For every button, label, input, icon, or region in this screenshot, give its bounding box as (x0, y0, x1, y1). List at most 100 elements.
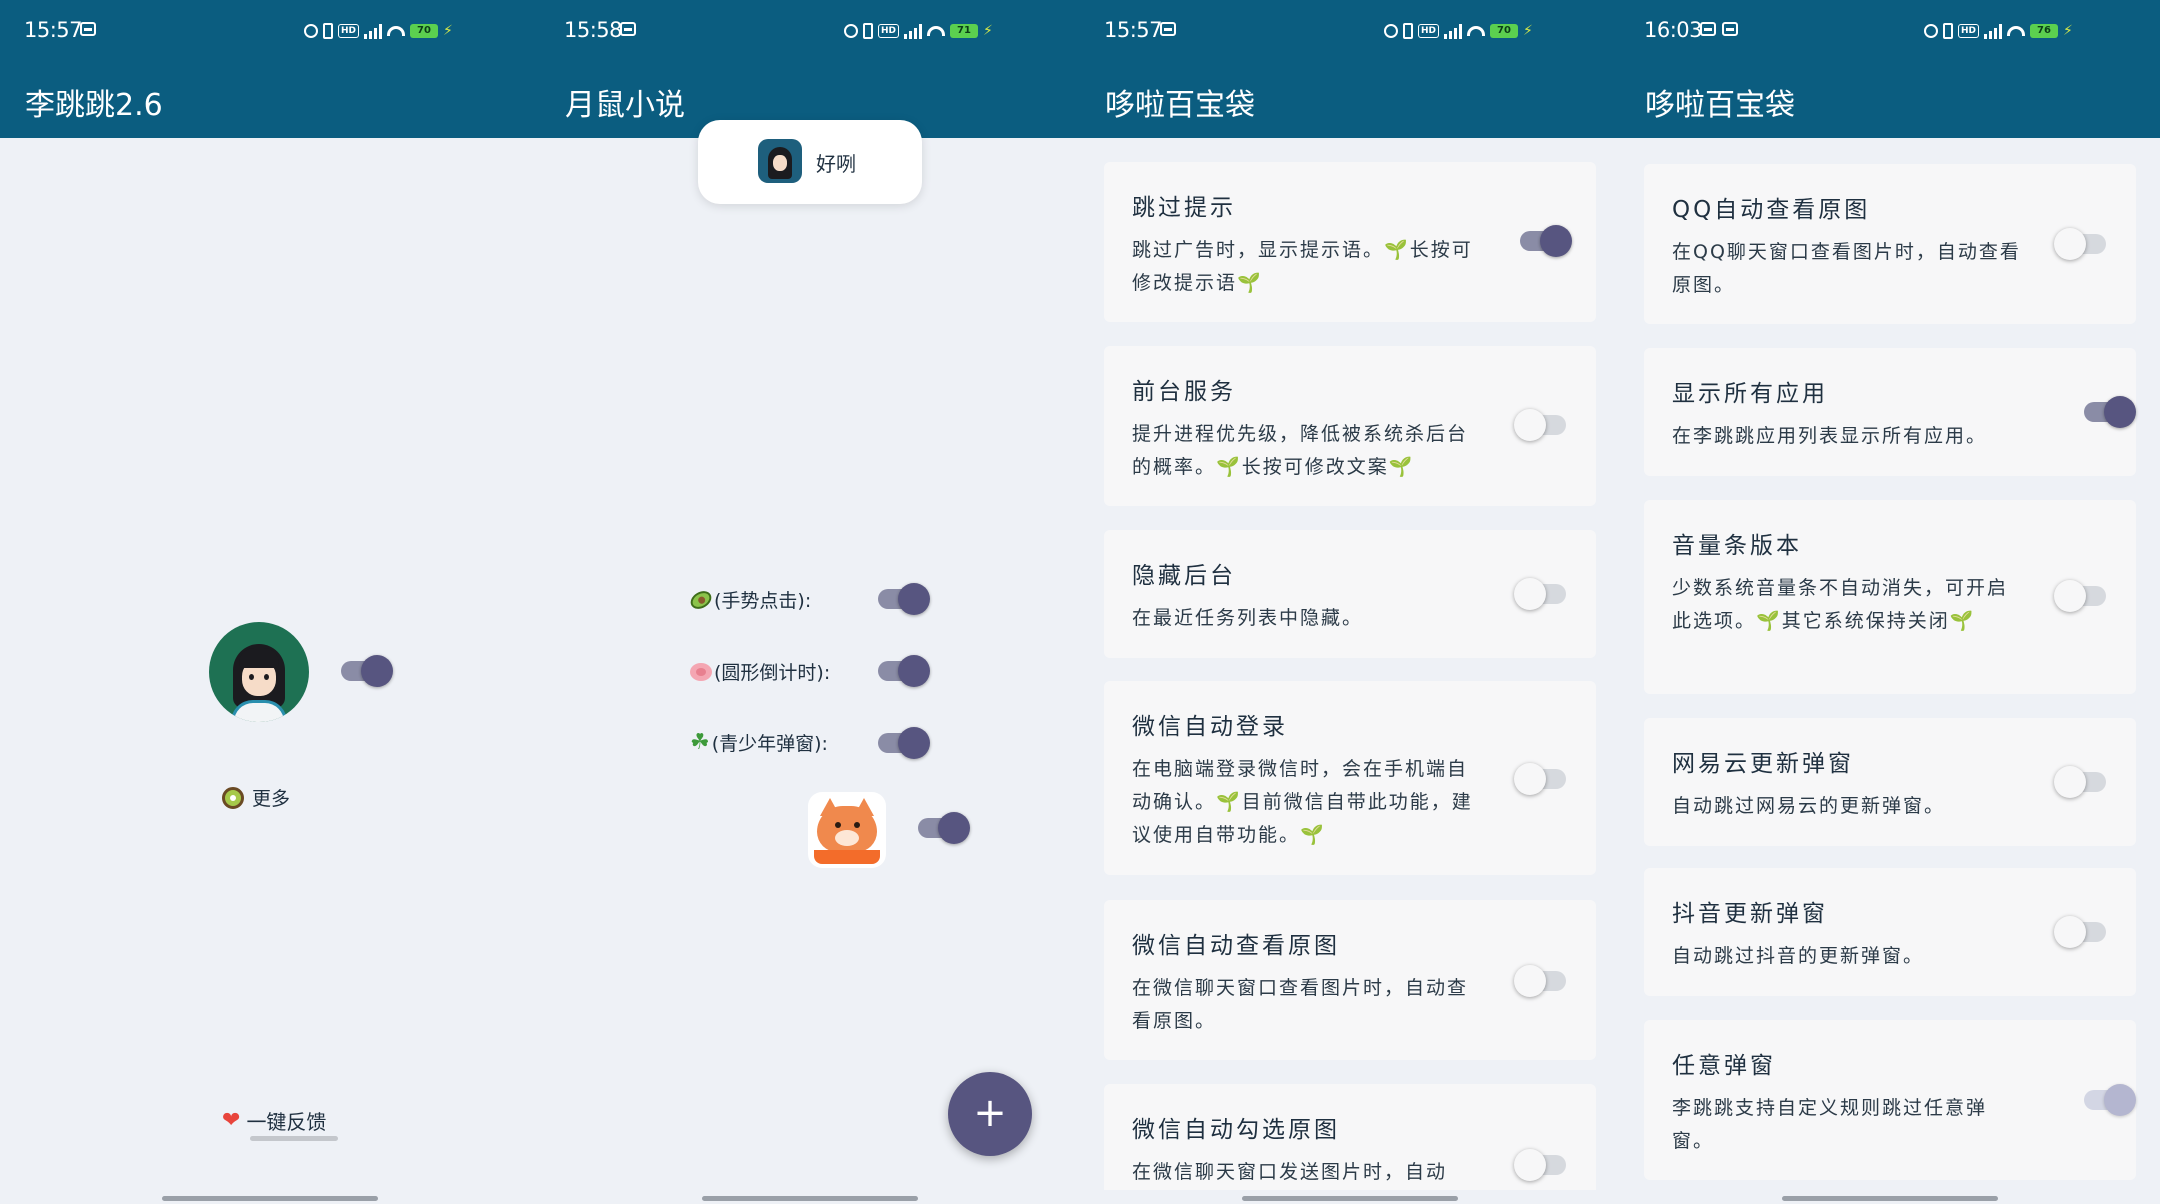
option-teen-popup: ☘ (青少年弹窗): (690, 729, 828, 756)
switch-knob (1514, 965, 1546, 997)
avatar (758, 139, 802, 183)
status-time: 15:58 (564, 18, 623, 42)
card-desc: 跳过广告时，显示提示语。🌱长按可修改提示语🌱 (1132, 239, 1473, 294)
card-desc: 提升进程优先级，降低被系统杀后台的概率。🌱长按可修改文案🌱 (1132, 423, 1469, 478)
setting-card-show-all-apps[interactable]: 显示所有应用 在李跳跳应用列表显示所有应用。 (1644, 348, 2136, 476)
switch-knob (2104, 1084, 2136, 1116)
card-title: 微信自动登录 (1132, 714, 1288, 740)
card-desc: 在微信聊天窗口查看图片时，自动查看原图。 (1132, 977, 1469, 1032)
wechat-select-original-switch[interactable] (1514, 1149, 1566, 1181)
card-title: 抖音更新弹窗 (1672, 901, 1828, 927)
setting-card-netease-update-popup[interactable]: 网易云更新弹窗 自动跳过网易云的更新弹窗。 (1644, 718, 2136, 846)
setting-card-any-popup[interactable]: 任意弹窗 李跳跳支持自定义规则跳过任意弹窗。 (1644, 1020, 2136, 1180)
card-title: 隐藏后台 (1132, 563, 1236, 589)
main-service-switch[interactable] (341, 655, 393, 687)
add-rule-button[interactable]: + (948, 1072, 1032, 1156)
card-desc: 在电脑端登录微信时，会在手机端自动确认。🌱目前微信自带此功能，建议使用自带功能。… (1132, 758, 1473, 846)
status-time: 15:57 (24, 18, 83, 42)
battery-icon: 71 (950, 24, 979, 38)
status-bar: 15:57 HD 70 ⚡ (1080, 0, 1620, 64)
battery-icon: 70 (410, 24, 439, 38)
alarm-icon (1924, 24, 1938, 38)
home-indicator[interactable] (702, 1196, 918, 1201)
setting-card-wechat-select-original[interactable]: 微信自动勾选原图 在微信聊天窗口发送图片时，自动 (1104, 1084, 1596, 1204)
any-popup-switch[interactable] (2084, 1084, 2136, 1116)
card-desc: 在QQ聊天窗口查看图片时，自动查看原图。 (1672, 241, 2021, 296)
netease-update-popup-switch[interactable] (2054, 766, 2106, 798)
option-label: (手势点击): (714, 590, 812, 612)
skip-tip-switch[interactable] (1520, 225, 1572, 257)
circle-countdown-switch[interactable] (878, 655, 930, 687)
avatar-eye (264, 674, 269, 680)
hd-icon: HD (1418, 24, 1440, 38)
switch-knob (898, 655, 930, 687)
douyin-update-popup-switch[interactable] (2054, 916, 2106, 948)
card-desc: 自动跳过抖音的更新弹窗。 (1672, 945, 1925, 967)
avatar[interactable] (209, 622, 309, 722)
home-indicator[interactable] (1782, 1196, 1998, 1201)
setting-card-volume-bar[interactable]: 音量条版本 少数系统音量条不自动消失，可开启此选项。🌱其它系统保持关闭🌱 (1644, 500, 2136, 694)
clover-icon: ☘ (690, 730, 710, 755)
volume-bar-switch[interactable] (2054, 580, 2106, 612)
card-title: 音量条版本 (1672, 533, 1802, 559)
screen-novel-app: 15:58 HD 71 ⚡ 月鼠小说 好咧 (手势点击): (圆形倒计时): ☘… (540, 0, 1080, 1204)
pig-icon (690, 662, 712, 681)
switch-knob (898, 727, 930, 759)
option-gesture-tap: (手势点击): (687, 586, 812, 613)
battery-icon: 76 (2030, 24, 2059, 38)
wifi-icon (927, 26, 946, 36)
notification-app-icon (1700, 22, 1716, 36)
status-icons: HD 70 ⚡ (304, 22, 453, 40)
charging-icon: ⚡ (1523, 23, 1533, 39)
hide-background-switch[interactable] (1514, 578, 1566, 610)
wechat-auto-login-switch[interactable] (1514, 763, 1566, 795)
setting-card-wechat-auto-login[interactable]: 微信自动登录 在电脑端登录微信时，会在手机端自动确认。🌱目前微信自带此功能，建议… (1104, 681, 1596, 875)
avatar-fringe (239, 648, 279, 668)
card-title: 任意弹窗 (1672, 1053, 1776, 1079)
alarm-icon (844, 24, 858, 38)
charging-icon: ⚡ (983, 23, 993, 39)
feedback-button[interactable]: ❤ 一键反馈 (222, 1106, 326, 1135)
wifi-icon (387, 26, 406, 36)
card-desc: 在微信聊天窗口发送图片时，自动 (1132, 1161, 1448, 1183)
hd-icon: HD (338, 24, 360, 38)
sprout-icon: 🌱 (1216, 791, 1242, 813)
fox-eye (854, 822, 860, 828)
switch-knob (2104, 396, 2136, 428)
fox-book (814, 850, 880, 864)
sprout-icon: 🌱 (1300, 824, 1326, 846)
screen-settings-2: 16:03 HD 76 ⚡ 哆啦百宝袋 QQ自动查看原图 在QQ聊天窗口查看图片… (1620, 0, 2160, 1204)
sprout-icon: 🌱 (1949, 610, 1976, 632)
vibrate-icon (1403, 23, 1413, 39)
switch-knob (1514, 578, 1546, 610)
notification-app-icon (620, 22, 636, 36)
setting-card-skip-tip[interactable]: 跳过提示 跳过广告时，显示提示语。🌱长按可修改提示语🌱 (1104, 162, 1596, 322)
charging-icon: ⚡ (443, 23, 453, 39)
status-icons: HD 76 ⚡ (1924, 22, 2073, 40)
switch-knob (2054, 766, 2086, 798)
home-indicator[interactable] (1242, 1196, 1458, 1201)
switch-knob (361, 655, 393, 687)
option-label: (青少年弹窗): (711, 733, 828, 755)
sprout-icon: 🌱 (1388, 456, 1415, 478)
card-title: 微信自动查看原图 (1132, 933, 1340, 959)
gesture-tap-switch[interactable] (878, 583, 930, 615)
show-all-apps-switch[interactable] (2084, 396, 2136, 428)
card-desc: 在最近任务列表中隐藏。 (1132, 607, 1364, 629)
setting-card-qq-view-original[interactable]: QQ自动查看原图 在QQ聊天窗口查看图片时，自动查看原图。 (1644, 164, 2136, 324)
app-bar: 哆啦百宝袋 (1080, 64, 1620, 138)
teen-popup-switch[interactable] (878, 727, 930, 759)
more-button[interactable]: 更多 (222, 784, 290, 811)
foreground-service-switch[interactable] (1514, 409, 1566, 441)
hd-icon: HD (878, 24, 900, 38)
hd-icon: HD (1958, 24, 1980, 38)
setting-card-douyin-update-popup[interactable]: 抖音更新弹窗 自动跳过抖音的更新弹窗。 (1644, 868, 2136, 996)
status-bar: 16:03 HD 76 ⚡ (1620, 0, 2160, 64)
app-rule-switch[interactable] (918, 812, 970, 844)
home-indicator[interactable] (162, 1196, 378, 1201)
wechat-view-original-switch[interactable] (1514, 965, 1566, 997)
qq-view-original-switch[interactable] (2054, 228, 2106, 260)
setting-card-wechat-view-original[interactable]: 微信自动查看原图 在微信聊天窗口查看图片时，自动查看原图。 (1104, 900, 1596, 1060)
setting-card-hide-background[interactable]: 隐藏后台 在最近任务列表中隐藏。 (1104, 530, 1596, 658)
setting-card-foreground-service[interactable]: 前台服务 提升进程优先级，降低被系统杀后台的概率。🌱长按可修改文案🌱 (1104, 346, 1596, 506)
